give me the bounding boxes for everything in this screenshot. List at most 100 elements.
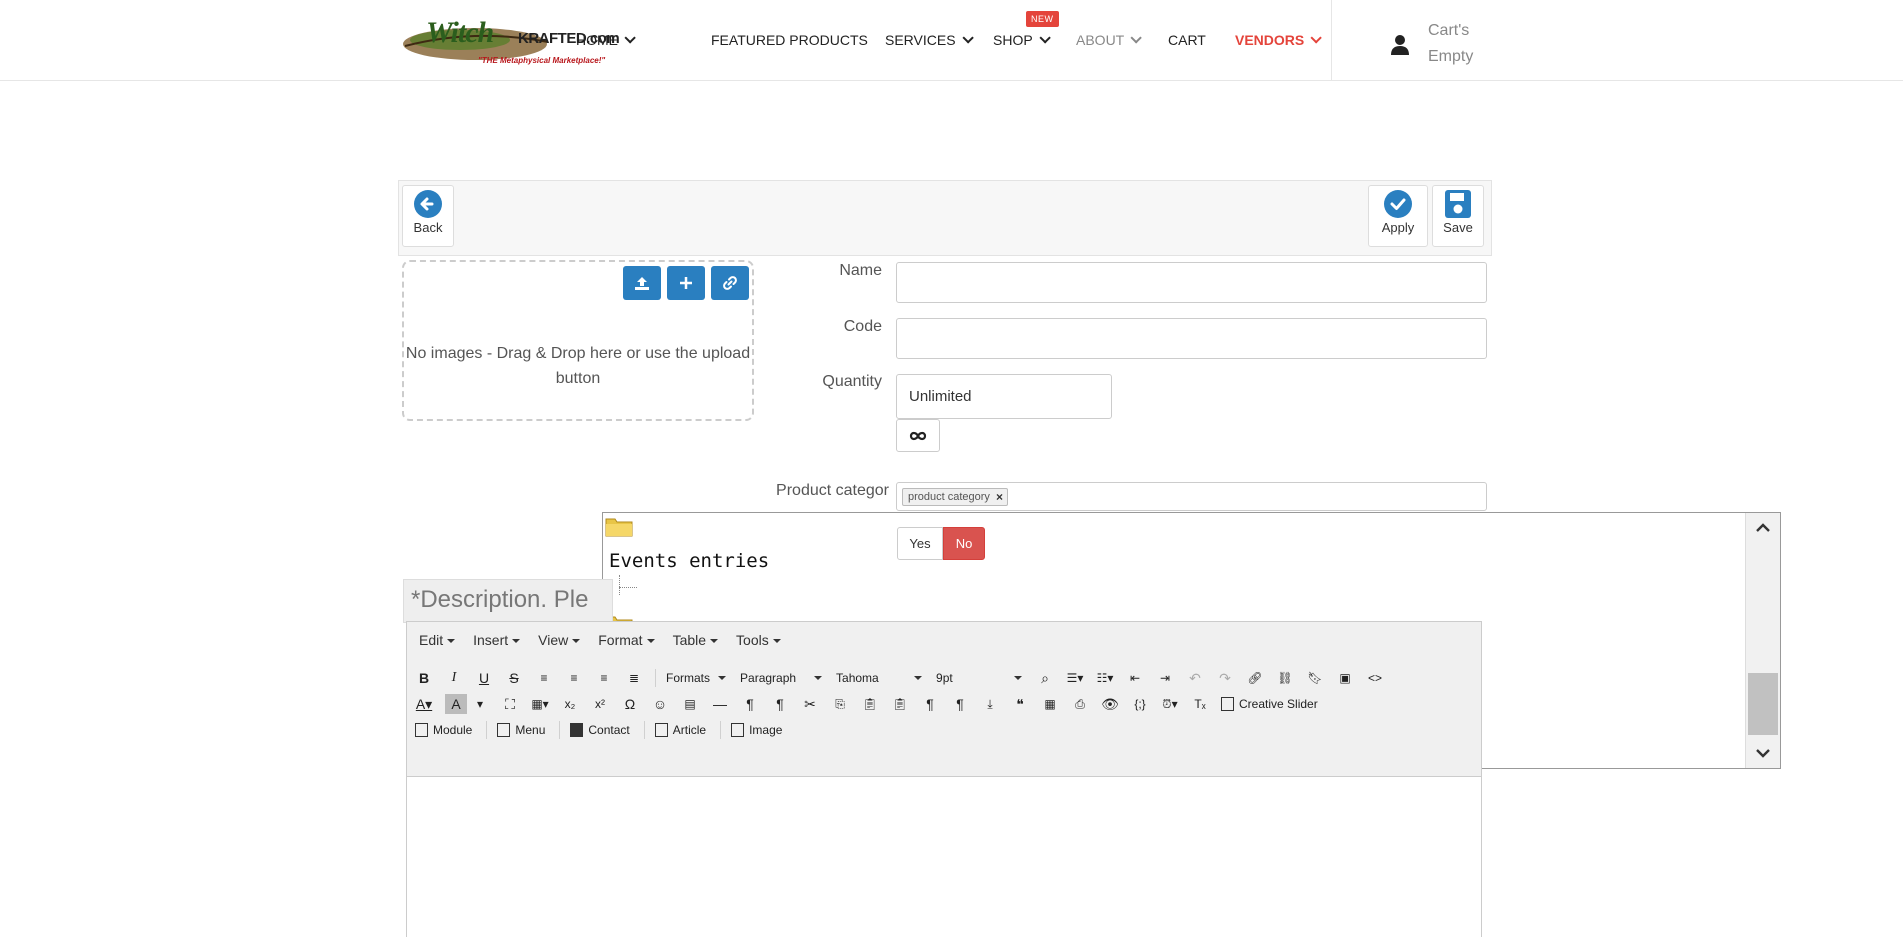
name-input[interactable] [896, 262, 1487, 303]
quantity-input[interactable]: Unlimited [896, 374, 1112, 419]
tree-node-title[interactable]: Events entries [609, 550, 769, 572]
creative-slider-button[interactable]: Creative Slider [1221, 697, 1318, 711]
link-icon [723, 276, 737, 290]
undo-icon[interactable]: ↶ [1186, 668, 1204, 688]
scroll-up-icon[interactable] [1746, 513, 1780, 543]
visual-chars-icon[interactable]: ¶ [951, 694, 969, 714]
menu-view[interactable]: View [538, 632, 581, 648]
align-justify-icon[interactable]: ≣ [625, 668, 643, 688]
special-char-icon[interactable]: Ω [621, 694, 639, 714]
template-icon[interactable]: ▦ [1041, 694, 1059, 714]
category-chip[interactable]: product category × [902, 487, 1008, 506]
align-center-icon[interactable]: ≡ [565, 668, 583, 688]
outdent-icon[interactable]: ⇤ [1126, 668, 1144, 688]
upload-icon [635, 277, 649, 290]
table-icon[interactable]: ▦▾ [531, 694, 549, 714]
text-color-icon[interactable]: A▾ [415, 694, 433, 714]
header-divider [1331, 0, 1332, 80]
ltr-icon[interactable]: ¶ [741, 694, 759, 714]
rtl-icon[interactable]: ¶ [771, 694, 789, 714]
indent-icon[interactable]: ⇥ [1156, 668, 1174, 688]
bookmark-icon[interactable]: 🔖︎ [1306, 668, 1324, 688]
italic-icon[interactable]: I [445, 668, 463, 688]
insert-image-icon[interactable]: ▣ [1336, 668, 1354, 688]
image-button[interactable]: Image [731, 723, 782, 737]
image-icon [731, 723, 745, 737]
formats-dropdown[interactable]: Formats [666, 671, 727, 685]
bullet-list-icon[interactable]: ☰▾ [1066, 668, 1084, 688]
print-icon[interactable]: ⎙ [1071, 694, 1089, 714]
font-family-dropdown[interactable]: Tahoma [836, 671, 923, 685]
apply-button[interactable]: Apply [1368, 185, 1428, 247]
nav-cart[interactable]: CART [1168, 0, 1206, 80]
code-input[interactable] [896, 318, 1487, 359]
insert-datetime-icon[interactable]: ⏰︎▾ [1161, 694, 1179, 714]
menu-edit[interactable]: Edit [419, 632, 456, 648]
tree-scrollbar[interactable] [1745, 513, 1780, 768]
editor-content-area[interactable] [407, 777, 1481, 938]
contact-button[interactable]: Contact [570, 723, 630, 737]
remove-chip-icon[interactable]: × [996, 490, 1003, 504]
user-icon[interactable] [1390, 34, 1410, 56]
nav-featured-products[interactable]: FEATURED PRODUCTS [711, 0, 868, 80]
scrollbar-thumb[interactable] [1748, 673, 1778, 735]
module-button[interactable]: Module [415, 723, 472, 737]
menu-table[interactable]: Table [673, 632, 719, 648]
add-image-button[interactable] [667, 266, 705, 300]
fullscreen-icon[interactable]: ⛶ [501, 694, 519, 714]
background-color-icon[interactable]: A [445, 694, 467, 714]
category-input[interactable]: product category × [896, 482, 1487, 511]
block-format-dropdown[interactable]: Paragraph [740, 671, 823, 685]
redo-icon[interactable]: ↷ [1216, 668, 1234, 688]
code-sample-icon[interactable]: {;} [1131, 694, 1149, 714]
align-right-icon[interactable]: ≡ [595, 668, 613, 688]
unlimited-toggle-button[interactable] [896, 419, 940, 452]
bold-icon[interactable]: B [415, 668, 433, 688]
underline-icon[interactable]: U [475, 668, 493, 688]
file-plus-icon [654, 723, 668, 737]
find-replace-icon[interactable]: ⌕ [1036, 668, 1054, 688]
cut-icon[interactable]: ✂ [801, 694, 819, 714]
cart-status[interactable]: Cart's Empty [1428, 18, 1498, 70]
dropzone-empty-text: No images - Drag & Drop here or use the … [405, 345, 751, 387]
font-size-dropdown[interactable]: 9pt [936, 671, 1023, 685]
paste-icon[interactable]: 📋︎ [861, 694, 879, 714]
emoticons-icon[interactable]: ☺ [651, 694, 669, 714]
horizontal-rule-icon[interactable]: — [711, 694, 729, 714]
image-dropzone[interactable]: No images - Drag & Drop here or use the … [402, 260, 754, 421]
article-button[interactable]: Article [654, 723, 706, 737]
description-title: *Description. Ple [411, 586, 589, 613]
folder-icon[interactable] [605, 515, 633, 537]
numbered-list-icon[interactable]: ☷▾ [1096, 668, 1114, 688]
nav-home[interactable]: HOME [576, 0, 636, 80]
show-blocks-icon[interactable]: ¶ [921, 694, 939, 714]
yes-button[interactable]: Yes [897, 527, 943, 560]
menu-format[interactable]: Format [598, 632, 655, 648]
no-button[interactable]: No [943, 527, 985, 560]
menu-tools[interactable]: Tools [736, 632, 781, 648]
subscript-icon[interactable]: x₂ [561, 694, 579, 714]
nav-about[interactable]: ABOUT [1076, 0, 1143, 80]
save-button[interactable]: Save [1432, 185, 1484, 247]
preview-icon[interactable]: 👁︎ [1101, 694, 1119, 714]
unlink-icon[interactable]: ⛓ [1276, 668, 1294, 688]
upload-button[interactable] [623, 266, 661, 300]
align-left-icon[interactable]: ≡ [535, 668, 553, 688]
clear-formatting-icon[interactable]: Tₓ [1191, 694, 1209, 714]
superscript-icon[interactable]: x² [591, 694, 609, 714]
back-button[interactable]: Back [402, 185, 454, 247]
insert-link-icon[interactable]: 🔗︎ [1246, 668, 1264, 688]
menu-insert[interactable]: Insert [473, 632, 521, 648]
nav-services[interactable]: SERVICES [885, 0, 974, 80]
source-code-icon[interactable]: <> [1366, 668, 1384, 688]
menu-button[interactable]: Menu [497, 723, 545, 737]
strikethrough-icon[interactable]: S [505, 668, 523, 688]
paste-text-icon[interactable]: 📋︎ [891, 694, 909, 714]
upload-file-icon[interactable]: ⤓ [981, 694, 999, 714]
scroll-down-icon[interactable] [1746, 738, 1780, 768]
copy-icon[interactable]: ⎘ [831, 694, 849, 714]
blockquote-icon[interactable]: ❝ [1011, 694, 1029, 714]
image-url-button[interactable] [711, 266, 749, 300]
nav-vendors[interactable]: VENDORS [1235, 0, 1323, 80]
media-icon[interactable]: ▤ [681, 694, 699, 714]
